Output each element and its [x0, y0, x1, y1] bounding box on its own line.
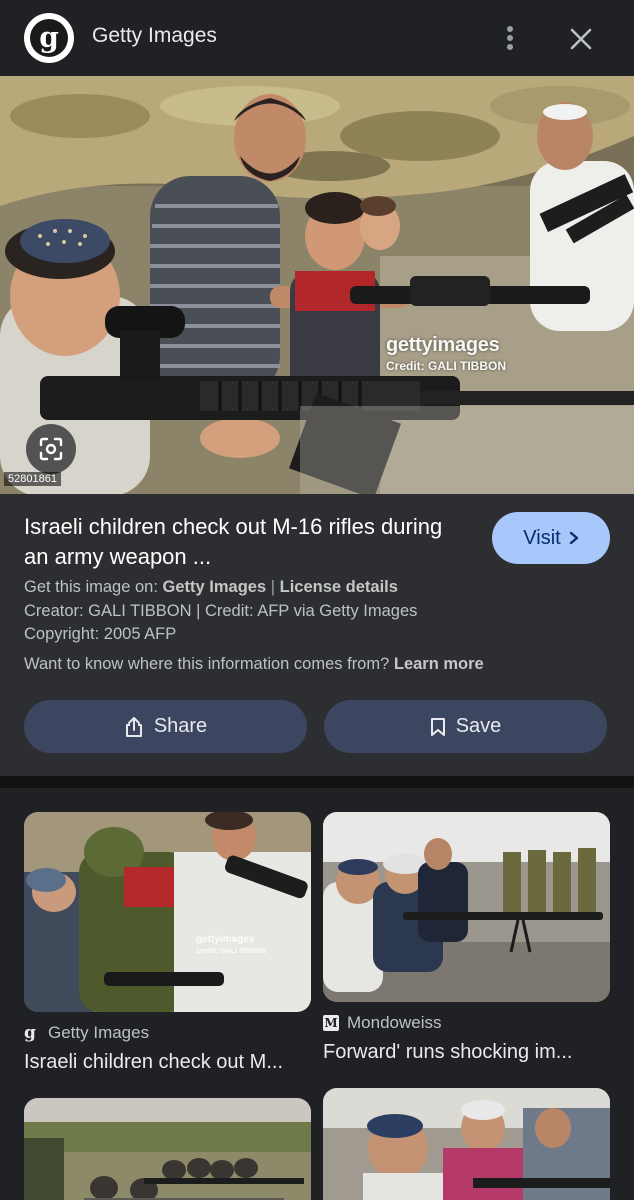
- creator-line: Creator: GALI TIBBON | Credit: AFP via G…: [24, 602, 418, 620]
- more-vert-icon: [507, 26, 513, 50]
- more-options-button[interactable]: [492, 20, 528, 56]
- mondoweiss-favicon-icon: M: [323, 1015, 339, 1031]
- share-button[interactable]: Share: [24, 700, 307, 753]
- related-thumb-1-watermark: gettyimages: [196, 934, 255, 945]
- related-thumb-1-credit: Credit: GALI TIBBON: [196, 948, 266, 955]
- lens-search-button[interactable]: [26, 424, 76, 474]
- info-question: Want to know where this information come…: [24, 655, 390, 673]
- related-source-2-name: Mondoweiss: [347, 1013, 442, 1032]
- related-photo-3: [24, 1098, 311, 1200]
- related-thumb-1[interactable]: gettyimages Credit: GALI TIBBON: [24, 812, 311, 1012]
- related-thumb-4[interactable]: [323, 1088, 610, 1200]
- license-details-link[interactable]: License details: [280, 578, 398, 596]
- lens-icon: [39, 437, 63, 461]
- visit-button[interactable]: Visit: [492, 512, 610, 564]
- image-watermark: gettyimages Credit: GALI TIBBON: [386, 334, 506, 373]
- site-name: Getty Images: [92, 24, 217, 47]
- bookmark-icon: [430, 717, 445, 736]
- related-source-1[interactable]: g Getty Images: [24, 1023, 149, 1043]
- main-image[interactable]: gettyimages Credit: GALI TIBBON 52801861: [0, 76, 634, 494]
- watermark-credit: Credit: GALI TIBBON: [386, 359, 506, 373]
- get-image-source-link[interactable]: Getty Images: [163, 578, 267, 596]
- save-label: Save: [455, 715, 502, 737]
- visit-label: Visit: [523, 526, 561, 549]
- getty-favicon-icon: g: [24, 1023, 36, 1043]
- related-title-1[interactable]: Israeli children check out M...: [24, 1051, 283, 1074]
- related-source-2[interactable]: M Mondoweiss: [323, 1013, 442, 1033]
- related-images: gettyimages Credit: GALI TIBBON g Getty …: [0, 788, 634, 1200]
- related-photo-4: [323, 1088, 610, 1200]
- related-thumb-2[interactable]: [323, 812, 610, 1002]
- related-photo-2: [323, 812, 610, 1002]
- related-source-1-name: Getty Images: [48, 1023, 150, 1042]
- image-info-panel: Israeli children check out M-16 rifles d…: [0, 494, 634, 776]
- image-title[interactable]: Israeli children check out M-16 rifles d…: [24, 512, 444, 572]
- close-button[interactable]: [562, 20, 600, 58]
- get-image-prefix: Get this image on:: [24, 578, 158, 596]
- header-bar: g Getty Images: [0, 0, 634, 76]
- chevron-right-icon: [569, 531, 578, 545]
- logo-letter: g: [30, 19, 68, 57]
- save-button[interactable]: Save: [324, 700, 607, 753]
- copyright-line: Copyright: 2005 AFP: [24, 625, 177, 643]
- share-icon: [125, 716, 142, 737]
- close-icon: [570, 28, 592, 50]
- info-source-line: Want to know where this information come…: [24, 655, 484, 674]
- main-photo: [0, 76, 634, 494]
- watermark-brand: gettyimages: [386, 334, 500, 356]
- learn-more-link[interactable]: Learn more: [394, 655, 484, 673]
- section-divider: [0, 776, 634, 788]
- share-label: Share: [153, 715, 208, 737]
- related-thumb-3[interactable]: [24, 1098, 311, 1200]
- getty-logo-icon: g: [24, 13, 74, 63]
- related-title-2[interactable]: Forward' runs shocking im...: [323, 1041, 572, 1064]
- get-image-line: Get this image on: Getty Images | Licens…: [24, 578, 398, 597]
- separator: |: [270, 578, 276, 596]
- related-photo-1: [24, 812, 311, 1012]
- image-id: 52801861: [4, 472, 61, 486]
